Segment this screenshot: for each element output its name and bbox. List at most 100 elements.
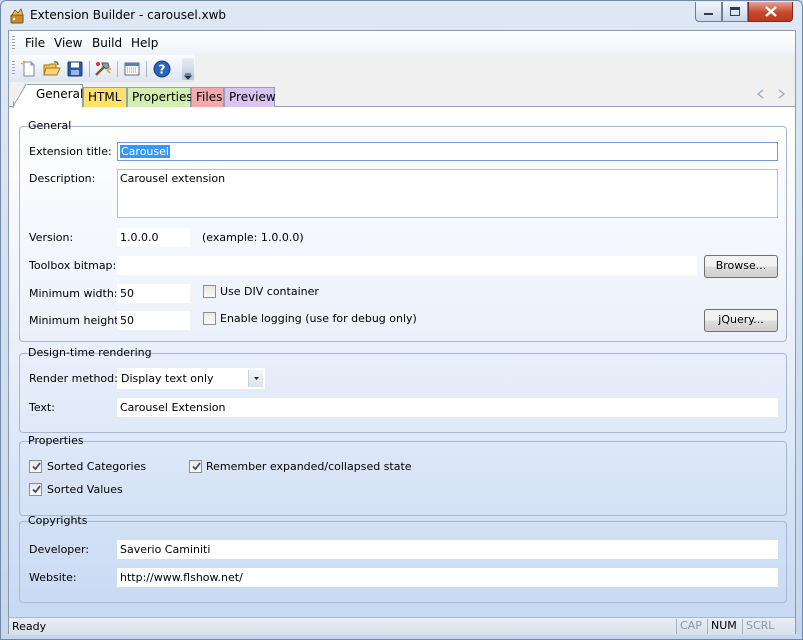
maximize-button[interactable] (722, 2, 748, 22)
caps-lock-indicator: CAP (676, 619, 705, 634)
minimum-height-value: 50 (120, 314, 134, 327)
version-hint: (example: 1.0.0.0) (202, 231, 304, 244)
toolbar-separator-2 (117, 61, 118, 77)
version-input[interactable]: 1.0.0.0 (117, 228, 190, 247)
use-div-label: Use DIV container (220, 285, 319, 298)
sorted-categories-checkbox[interactable] (29, 460, 42, 473)
minimum-width-value: 50 (120, 287, 134, 300)
version-value: 1.0.0.0 (120, 231, 159, 244)
extension-title-input[interactable]: Carousel (117, 142, 778, 161)
tab-scroll-right-icon[interactable] (777, 89, 785, 99)
render-method-dropdown[interactable]: Display text only (117, 368, 265, 389)
design-text-input[interactable]: Carousel Extension (117, 398, 778, 417)
toolbar-overflow-button[interactable] (182, 58, 194, 80)
open-folder-icon[interactable] (43, 60, 61, 78)
title-bar[interactable]: Extension Builder - carousel.xwb (1, 1, 802, 29)
status-bar: Ready CAP NUM SCRL (9, 617, 795, 635)
use-div-checkbox[interactable] (203, 285, 216, 298)
sorted-categories-label: Sorted Categories (47, 460, 147, 473)
toolbox-bitmap-label: Toolbox bitmap: (29, 259, 117, 272)
general-tab-page: General Extension title: Carousel Descri… (9, 107, 795, 617)
tab-files-label: Files (196, 90, 223, 104)
minimum-width-input[interactable]: 50 (117, 284, 190, 303)
extension-title-value: Carousel (120, 145, 170, 158)
tab-scroll-left-icon[interactable] (757, 89, 765, 99)
chevron-down-icon (183, 73, 193, 80)
maximize-icon (730, 7, 740, 16)
app-window: Extension Builder - carousel.xwb File Vi… (0, 0, 803, 640)
minimum-width-label: Minimum width: (29, 287, 118, 300)
website-label: Website: (29, 571, 77, 584)
minimum-height-input[interactable]: 50 (117, 311, 190, 330)
design-text-value: Carousel Extension (120, 401, 226, 414)
remember-state-checkbox[interactable] (189, 460, 202, 473)
tab-strip: General HTML Properties Files Preview (9, 83, 795, 108)
checkmark-icon (32, 462, 41, 471)
properties-group-title: Properties (28, 434, 84, 447)
minimize-button[interactable] (695, 2, 722, 22)
menu-grip[interactable] (12, 36, 15, 50)
checkmark-icon (32, 485, 41, 494)
jquery-button[interactable]: jQuery... (704, 309, 778, 332)
extension-title-label: Extension title: (29, 145, 112, 158)
developer-input[interactable]: Saverio Caminiti (117, 540, 778, 559)
menu-help-label: Help (131, 36, 159, 50)
menu-help[interactable]: Help (131, 36, 158, 50)
browse-button-label: Browse... (715, 259, 767, 272)
minimize-icon (703, 12, 713, 15)
toolbar-separator (89, 61, 90, 77)
close-button[interactable] (748, 2, 793, 22)
jquery-button-label: jQuery... (718, 313, 764, 326)
remember-state-label: Remember expanded/collapsed state (206, 460, 412, 473)
build-icon[interactable] (94, 60, 112, 78)
settings-icon[interactable] (123, 60, 141, 78)
design-time-group-title: Design-time rendering (28, 346, 152, 359)
properties-group: Properties Sorted Categories Remember ex… (19, 434, 787, 516)
general-group-title: General (28, 119, 72, 132)
svg-text:?: ? (159, 63, 166, 77)
developer-value: Saverio Caminiti (120, 543, 211, 556)
toolbox-bitmap-input[interactable] (117, 256, 697, 275)
num-lock-indicator: NUM (707, 619, 740, 634)
render-method-dropdown-button[interactable] (248, 370, 263, 387)
toolbar-grip[interactable] (12, 61, 15, 75)
browse-button[interactable]: Browse... (704, 255, 778, 278)
menu-build[interactable]: Build (92, 36, 122, 50)
menu-bar: File View Build Help (9, 31, 795, 55)
checkmark-icon (192, 462, 201, 471)
tab-files[interactable]: Files (191, 87, 224, 107)
website-input[interactable]: http://www.flshow.net/ (117, 568, 778, 587)
tab-properties-label: Properties (132, 90, 193, 104)
menu-view[interactable]: View (54, 36, 82, 50)
tab-properties[interactable]: Properties (127, 87, 193, 107)
app-icon (10, 8, 24, 24)
status-text: Ready (12, 620, 47, 633)
description-textarea[interactable]: Carousel extension (117, 169, 778, 218)
tab-general-label: General (36, 87, 84, 101)
menu-build-label: Build (92, 36, 123, 50)
chevron-down-icon (254, 377, 259, 380)
description-value: Carousel extension (120, 172, 226, 185)
copyrights-group: Copyrights Developer: Saverio Caminiti W… (19, 514, 787, 603)
version-label: Version: (29, 231, 74, 244)
help-icon[interactable]: ? (153, 60, 171, 78)
window-title: Extension Builder - carousel.xwb (30, 8, 227, 22)
tab-html[interactable]: HTML (83, 87, 127, 107)
save-icon[interactable] (66, 60, 84, 78)
tab-preview[interactable]: Preview (224, 87, 276, 107)
client-area: File View Build Help ? General HTML Prop… (8, 30, 796, 635)
general-group: General Extension title: Carousel Descri… (19, 119, 787, 342)
render-method-value: Display text only (121, 372, 214, 385)
copyrights-group-title: Copyrights (28, 514, 88, 527)
enable-logging-label: Enable logging (use for debug only) (220, 312, 417, 325)
new-file-icon[interactable] (20, 60, 38, 78)
tab-slope-icon (12, 84, 27, 108)
sorted-values-checkbox[interactable] (29, 483, 42, 496)
developer-label: Developer: (29, 543, 90, 556)
scroll-lock-indicator: SCRL (742, 619, 777, 634)
enable-logging-checkbox[interactable] (203, 312, 216, 325)
text-label: Text: (29, 401, 55, 414)
menu-file[interactable]: File (25, 36, 45, 50)
menu-view-label: View (54, 36, 83, 50)
close-icon (764, 6, 777, 17)
